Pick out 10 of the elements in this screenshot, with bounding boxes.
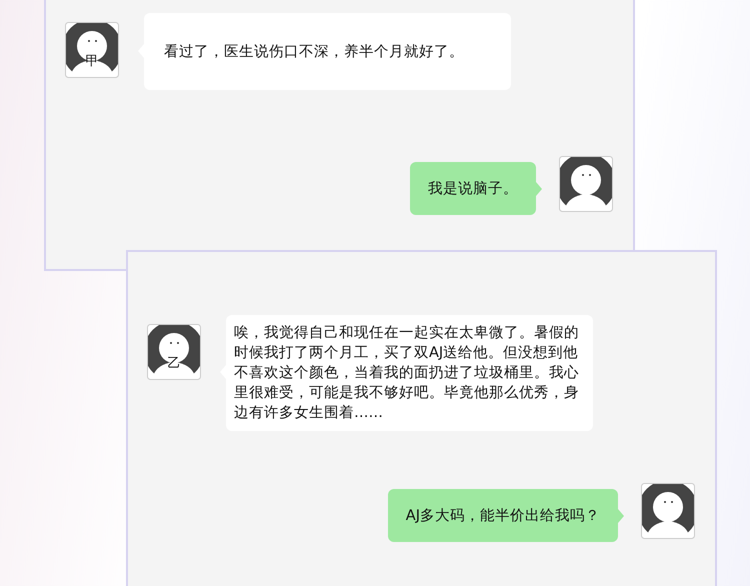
message-text: AJ多大码，能半价出给我吗？ [406,506,600,526]
message-text: 唉，我觉得自己和现任在一起实在太卑微了。暑假的时候我打了两个月工，买了双AJ送给他。但没想到他不喜欢这个颜色，当着我的面扔进了垃圾桶里。我心里很难受，可能是我不够好吧。毕竟他那么优秀，身边有许多女生围着…… [234,324,580,423]
avatar-label: 甲 [84,55,100,69]
avatar-icon [559,156,613,212]
message-text: 我是说脑子。 [428,180,518,198]
avatar-label: 乙 [166,357,182,371]
avatar-icon [147,324,201,380]
avatar-icon [641,483,695,539]
avatar-icon [65,22,119,78]
message-text: 看过了，医生说伤口不深，养半个月就好了。 [164,42,464,62]
